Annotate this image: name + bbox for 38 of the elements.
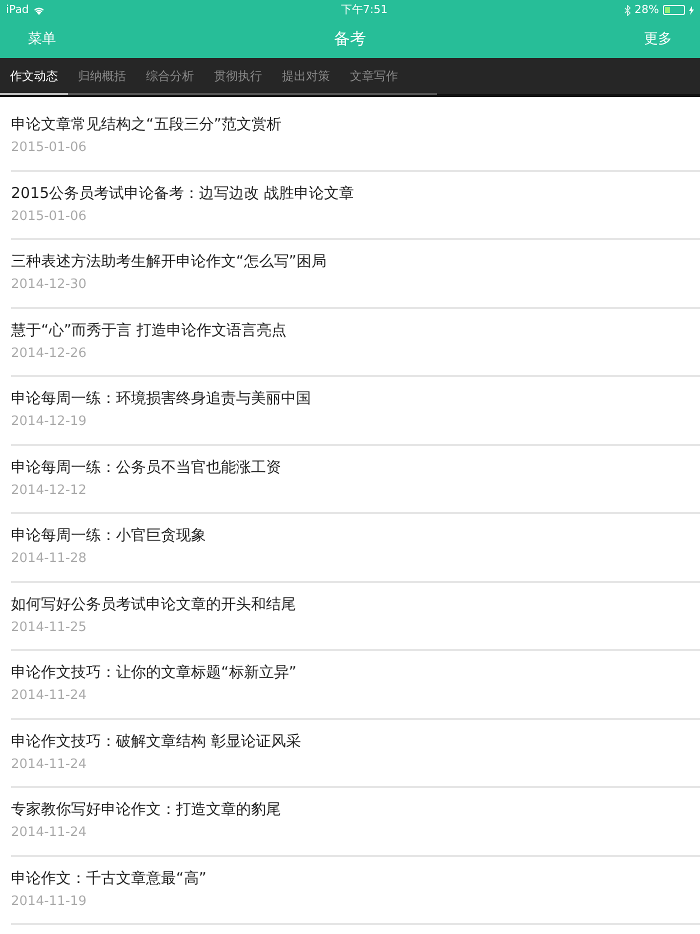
device-name: iPad — [6, 2, 29, 18]
article-title[interactable]: 申论作文：千古文章意最“高” — [11, 868, 700, 888]
article-date: 2014-11-19 — [11, 892, 88, 910]
battery-percent: 28% — [634, 2, 659, 18]
article-title[interactable]: 申论每周一练：小官巨贪现象 — [11, 525, 700, 545]
article-date: 2015-01-06 — [11, 139, 88, 157]
article-date: 2014-11-28 — [11, 550, 88, 568]
battery-icon — [662, 5, 685, 15]
tab[interactable]: 文章写作 — [340, 58, 408, 95]
article-date: 2014-11-24 — [11, 687, 88, 705]
article-date: 2014-12-30 — [11, 276, 88, 294]
article-date: 2014-11-24 — [11, 756, 88, 774]
article-date: 2014-11-24 — [11, 824, 88, 842]
article-title[interactable]: 申论作文技巧：让你的文章标题“标新立异” — [11, 662, 700, 682]
article-title[interactable]: 申论作文技巧：破解文章结构 彰显论证风采 — [11, 730, 700, 750]
article-date: 2014-11-25 — [11, 618, 88, 636]
page-title: 备考 — [334, 28, 366, 50]
charging-icon — [688, 6, 694, 14]
article-title[interactable]: 2015公务员考试申论备考：边写边改 战胜申论文章 — [11, 182, 700, 202]
tab[interactable]: 综合分析 — [136, 58, 204, 95]
article-date: 2014-12-26 — [11, 344, 88, 362]
clock-time: 下午7:51 — [340, 2, 388, 18]
article-title[interactable]: 如何写好公务员考试申论文章的开头和结尾 — [11, 594, 700, 614]
article-title[interactable]: 慧于“心”而秀于言 打造申论作文语言亮点 — [11, 320, 700, 340]
article-date: 2015-01-06 — [11, 208, 88, 226]
tab[interactable]: 作文动态 — [0, 58, 68, 95]
article-title[interactable]: 专家教你写好申论作文：打造文章的豹尾 — [11, 799, 700, 819]
article-title[interactable]: 申论每周一练：公务员不当官也能涨工资 — [11, 456, 700, 476]
wifi-icon — [32, 6, 45, 14]
article-title[interactable]: 申论每周一练：环境损害终身追责与美丽中国 — [11, 388, 700, 408]
tab[interactable]: 贯彻执行 — [204, 58, 272, 95]
article-date: 2014-12-12 — [11, 482, 88, 500]
tab[interactable]: 归纳概括 — [68, 58, 136, 95]
bluetooth-icon — [624, 4, 631, 16]
tab[interactable]: 提出对策 — [272, 58, 340, 95]
article-title[interactable]: 三种表述方法助考生解开申论作文“怎么写”困局 — [11, 251, 700, 271]
article-title[interactable]: 申论文章常见结构之“五段三分”范文赏析 — [11, 114, 700, 134]
article-date: 2014-12-19 — [11, 413, 88, 431]
